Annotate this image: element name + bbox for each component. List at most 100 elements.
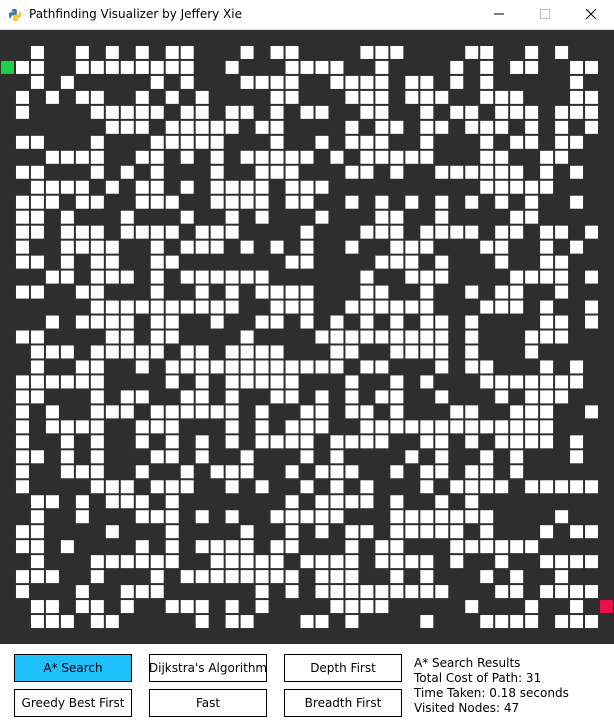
wall-cell[interactable] — [585, 180, 599, 194]
wall-cell[interactable] — [285, 210, 299, 224]
open-cell[interactable] — [525, 210, 539, 224]
wall-cell[interactable] — [495, 135, 509, 149]
wall-cell[interactable] — [180, 540, 194, 554]
wall-cell[interactable] — [75, 270, 89, 284]
astar-search-button[interactable]: A* Search — [14, 654, 132, 682]
wall-cell[interactable] — [195, 480, 209, 494]
wall-cell[interactable] — [240, 420, 254, 434]
open-cell[interactable] — [300, 300, 314, 314]
open-cell[interactable] — [270, 570, 284, 584]
open-cell[interactable] — [15, 375, 29, 389]
open-cell[interactable] — [315, 570, 329, 584]
open-cell[interactable] — [195, 360, 209, 374]
wall-cell[interactable] — [300, 375, 314, 389]
open-cell[interactable] — [540, 480, 554, 494]
wall-cell[interactable] — [1, 165, 14, 179]
wall-cell[interactable] — [360, 255, 374, 269]
open-cell[interactable] — [270, 45, 284, 59]
open-cell[interactable] — [375, 600, 389, 614]
open-cell[interactable] — [180, 60, 194, 74]
wall-cell[interactable] — [135, 450, 149, 464]
open-cell[interactable] — [255, 405, 269, 419]
wall-cell[interactable] — [120, 75, 134, 89]
wall-cell[interactable] — [1, 255, 14, 269]
open-cell[interactable] — [255, 570, 269, 584]
open-cell[interactable] — [450, 420, 464, 434]
open-cell[interactable] — [210, 300, 224, 314]
wall-cell[interactable] — [60, 585, 74, 599]
wall-cell[interactable] — [180, 450, 194, 464]
open-cell[interactable] — [90, 450, 104, 464]
wall-cell[interactable] — [1, 585, 14, 599]
open-cell[interactable] — [225, 600, 239, 614]
wall-cell[interactable] — [570, 270, 584, 284]
open-cell[interactable] — [105, 120, 119, 134]
open-cell[interactable] — [390, 405, 404, 419]
wall-cell[interactable] — [30, 270, 44, 284]
wall-cell[interactable] — [45, 630, 59, 643]
wall-cell[interactable] — [435, 615, 449, 629]
wall-cell[interactable] — [270, 210, 284, 224]
wall-cell[interactable] — [435, 540, 449, 554]
open-cell[interactable] — [15, 135, 29, 149]
wall-cell[interactable] — [1, 600, 14, 614]
open-cell[interactable] — [225, 405, 239, 419]
open-cell[interactable] — [465, 465, 479, 479]
open-cell[interactable] — [150, 105, 164, 119]
open-cell[interactable] — [435, 390, 449, 404]
open-cell[interactable] — [405, 585, 419, 599]
open-cell[interactable] — [30, 600, 44, 614]
wall-cell[interactable] — [30, 630, 44, 643]
open-cell[interactable] — [330, 150, 344, 164]
wall-cell[interactable] — [465, 90, 479, 104]
wall-cell[interactable] — [255, 90, 269, 104]
open-cell[interactable] — [555, 255, 569, 269]
open-cell[interactable] — [540, 165, 554, 179]
open-cell[interactable] — [180, 180, 194, 194]
open-cell[interactable] — [450, 105, 464, 119]
wall-cell[interactable] — [600, 150, 613, 164]
open-cell[interactable] — [75, 60, 89, 74]
wall-cell[interactable] — [225, 240, 239, 254]
wall-cell[interactable] — [60, 480, 74, 494]
wall-cell[interactable] — [600, 225, 613, 239]
wall-cell[interactable] — [465, 615, 479, 629]
wall-cell[interactable] — [150, 615, 164, 629]
wall-cell[interactable] — [330, 210, 344, 224]
open-cell[interactable] — [420, 585, 434, 599]
wall-cell[interactable] — [150, 600, 164, 614]
open-cell[interactable] — [360, 495, 374, 509]
wall-cell[interactable] — [540, 210, 554, 224]
open-cell[interactable] — [75, 225, 89, 239]
wall-cell[interactable] — [360, 180, 374, 194]
open-cell[interactable] — [285, 525, 299, 539]
open-cell[interactable] — [255, 285, 269, 299]
open-cell[interactable] — [180, 300, 194, 314]
open-cell[interactable] — [75, 495, 89, 509]
open-cell[interactable] — [90, 375, 104, 389]
open-cell[interactable] — [45, 405, 59, 419]
open-cell[interactable] — [60, 240, 74, 254]
wall-cell[interactable] — [210, 585, 224, 599]
open-cell[interactable] — [255, 165, 269, 179]
open-cell[interactable] — [210, 315, 224, 329]
wall-cell[interactable] — [150, 120, 164, 134]
open-cell[interactable] — [75, 45, 89, 59]
open-cell[interactable] — [585, 525, 599, 539]
open-cell[interactable] — [195, 615, 209, 629]
open-cell[interactable] — [510, 90, 524, 104]
wall-cell[interactable] — [525, 510, 539, 524]
wall-cell[interactable] — [225, 45, 239, 59]
wall-cell[interactable] — [570, 495, 584, 509]
open-cell[interactable] — [90, 105, 104, 119]
wall-cell[interactable] — [435, 630, 449, 643]
open-cell[interactable] — [375, 330, 389, 344]
wall-cell[interactable] — [390, 450, 404, 464]
wall-cell[interactable] — [285, 240, 299, 254]
open-cell[interactable] — [390, 210, 404, 224]
open-cell[interactable] — [240, 150, 254, 164]
wall-cell[interactable] — [90, 210, 104, 224]
open-cell[interactable] — [120, 315, 134, 329]
open-cell[interactable] — [510, 435, 524, 449]
wall-cell[interactable] — [345, 255, 359, 269]
